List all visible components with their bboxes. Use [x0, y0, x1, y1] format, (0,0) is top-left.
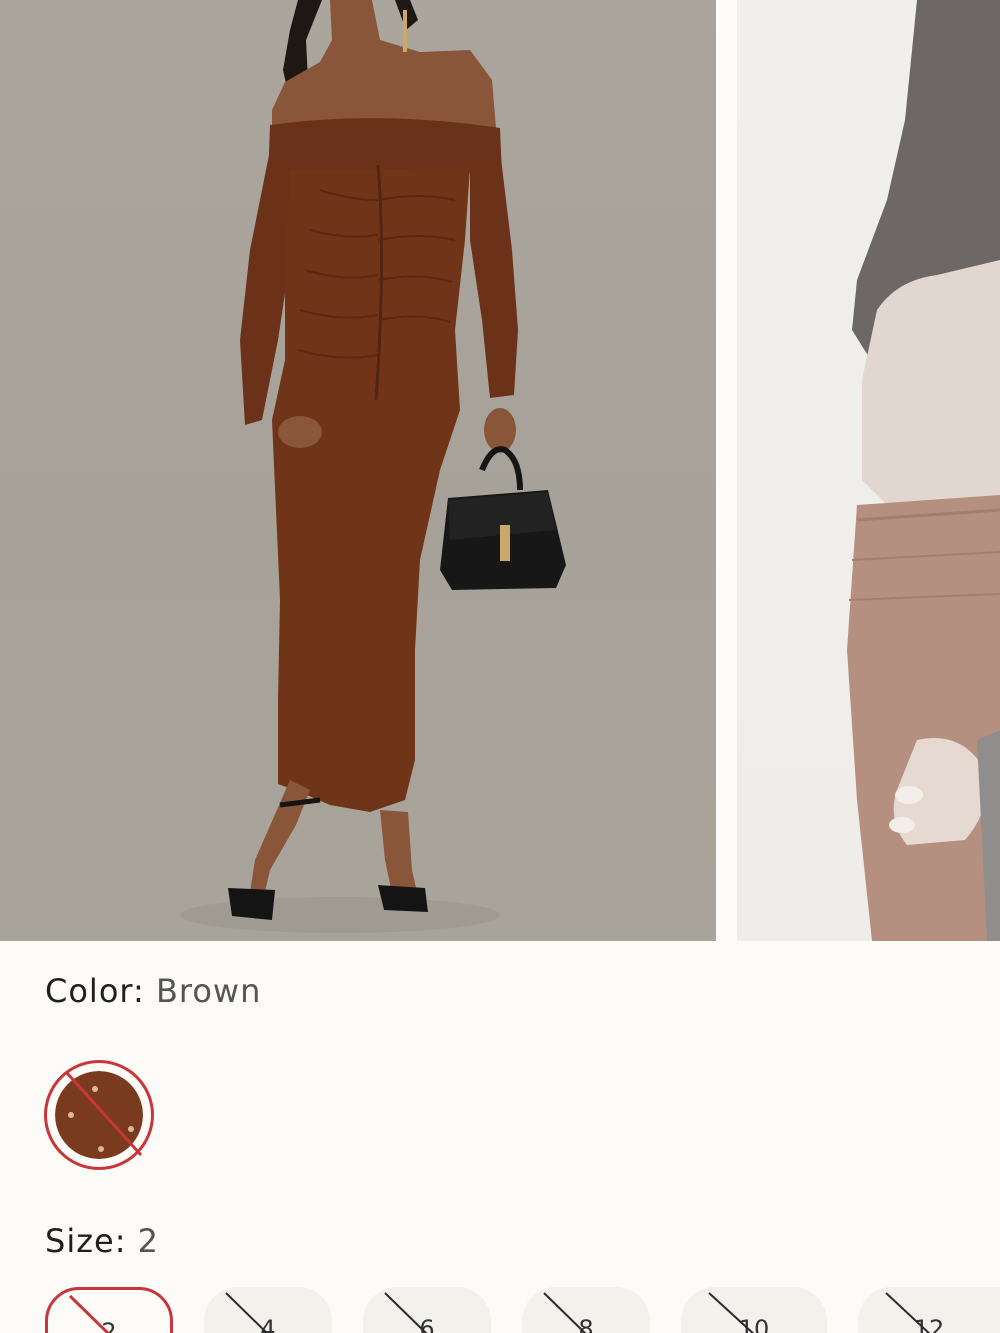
unavailable-slash-icon — [708, 1292, 755, 1333]
size-value: 2 — [137, 1222, 159, 1260]
color-value: Brown — [155, 972, 262, 1010]
unavailable-slash-icon — [225, 1292, 269, 1333]
size-option-8[interactable]: 8 — [522, 1287, 650, 1333]
product-image-carousel[interactable] — [0, 0, 1000, 941]
unavailable-slash-icon — [68, 1294, 111, 1333]
unavailable-slash-icon — [65, 1071, 143, 1157]
color-swatch-brown[interactable] — [44, 1060, 154, 1170]
size-label: Size: — [45, 1222, 127, 1260]
size-option-6[interactable]: 6 — [363, 1287, 491, 1333]
unavailable-slash-icon — [885, 1292, 931, 1333]
size-option-2[interactable]: 2 — [45, 1287, 173, 1333]
product-image-main[interactable] — [0, 0, 716, 941]
size-selection-label: Size: 2 — [45, 1222, 159, 1266]
detail-photo-illustration — [847, 0, 1000, 941]
size-option-4[interactable]: 4 — [204, 1287, 332, 1333]
main-photo-illustration — [180, 0, 566, 933]
color-selection-label: Color: Brown — [45, 972, 261, 1016]
color-label: Color: — [45, 972, 145, 1010]
size-option-12[interactable]: 12 — [858, 1287, 1000, 1333]
product-image-detail[interactable] — [737, 0, 1000, 941]
size-option-10[interactable]: 10 — [681, 1287, 827, 1333]
unavailable-slash-icon — [384, 1292, 428, 1333]
unavailable-slash-icon — [543, 1292, 587, 1333]
